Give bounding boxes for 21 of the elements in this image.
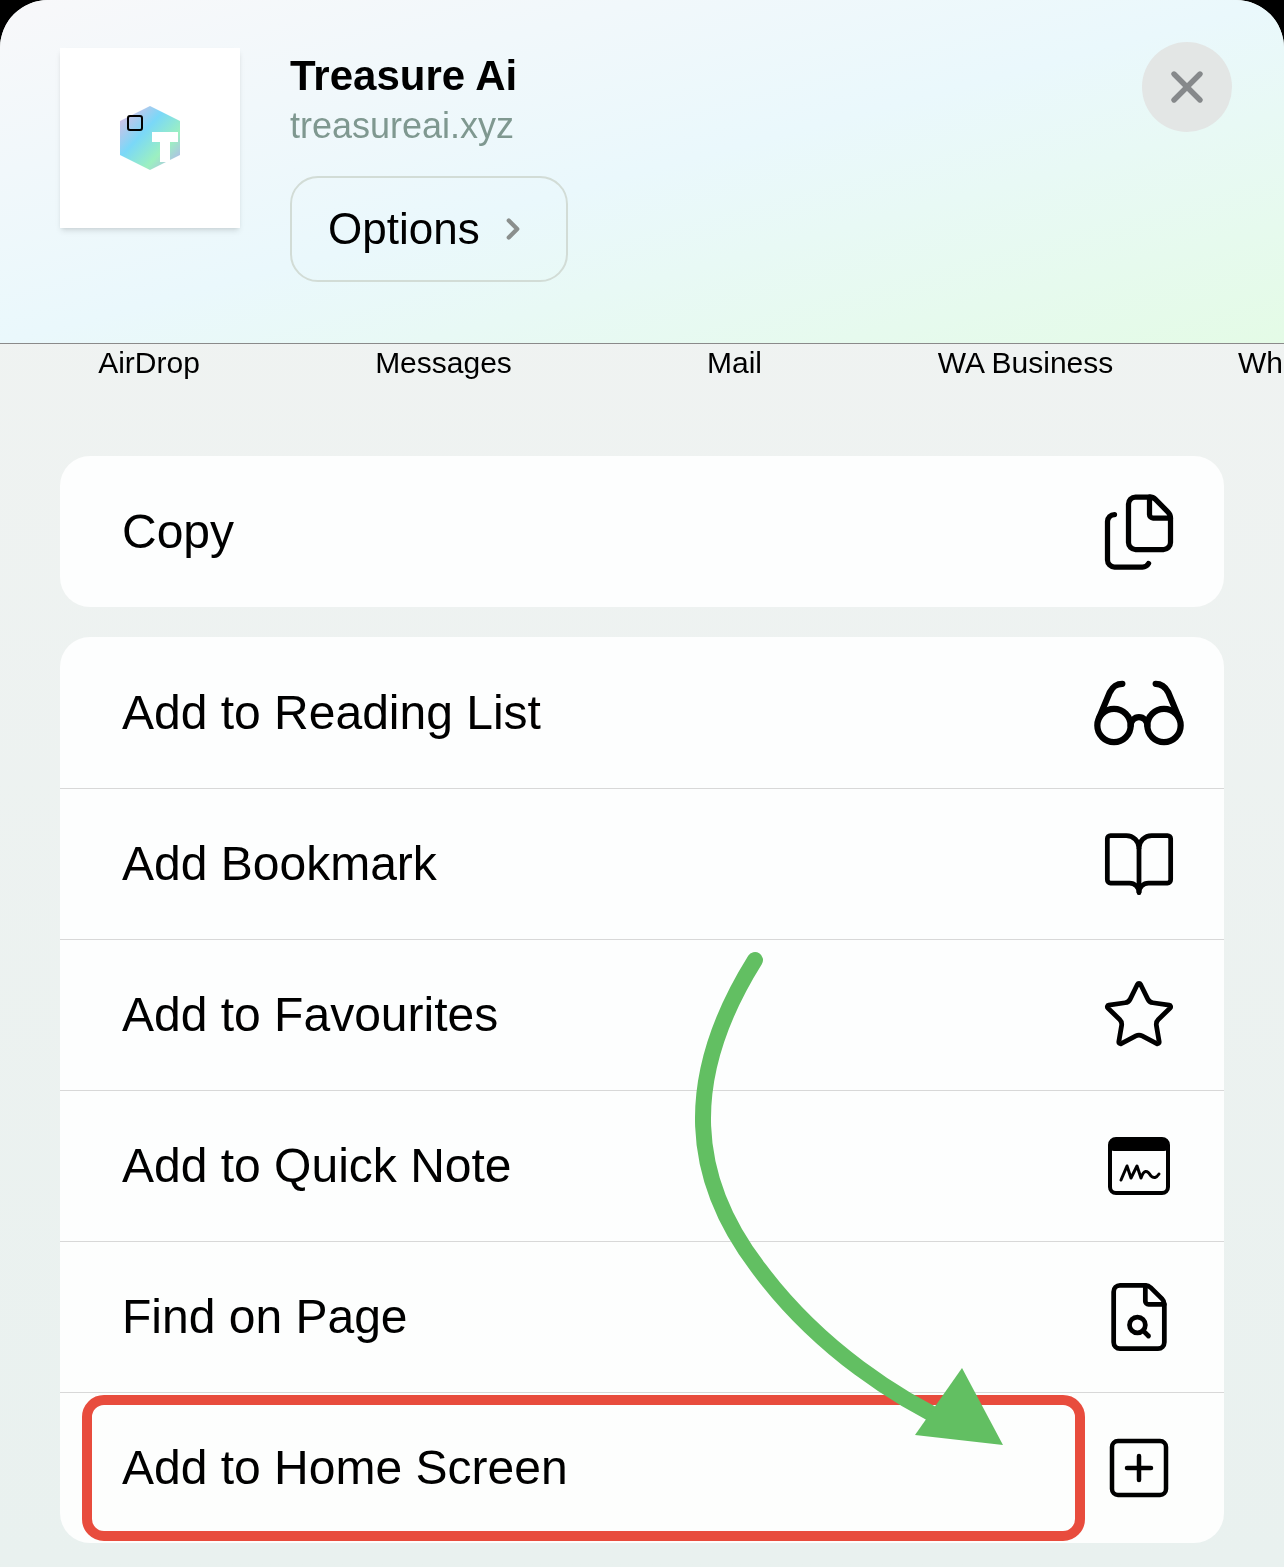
action-label: Find on Page bbox=[122, 1289, 408, 1345]
action-label: Copy bbox=[122, 503, 235, 560]
action-row[interactable]: Add to Reading List bbox=[60, 637, 1224, 788]
action-label: Add to Quick Note bbox=[122, 1138, 512, 1194]
options-button[interactable]: Options bbox=[290, 175, 568, 282]
action-label: Add to Favourites bbox=[122, 987, 499, 1043]
share-target-label[interactable]: Messages bbox=[375, 346, 512, 380]
share-target-label[interactable]: AirDrop bbox=[98, 346, 200, 380]
action-row[interactable]: Add to Quick Note bbox=[60, 1090, 1224, 1241]
share-target-label[interactable]: Wh bbox=[1238, 346, 1283, 380]
action-label: Add to Home Screen bbox=[122, 1440, 568, 1496]
share-target-label[interactable]: WA Business bbox=[937, 346, 1114, 380]
quick-note-icon bbox=[1107, 1136, 1171, 1196]
action-row[interactable]: Copy bbox=[60, 456, 1224, 607]
action-row[interactable]: Add to Favourites bbox=[60, 939, 1224, 1090]
action-label: Add to Reading List bbox=[122, 684, 541, 741]
share-target-label[interactable]: Mail bbox=[707, 346, 762, 380]
page-url: treasureai.xyz bbox=[290, 103, 515, 148]
action-row[interactable]: Add Bookmark bbox=[60, 788, 1224, 939]
action-label: Add Bookmark bbox=[122, 836, 437, 892]
page-title: Treasure Ai bbox=[290, 51, 518, 101]
